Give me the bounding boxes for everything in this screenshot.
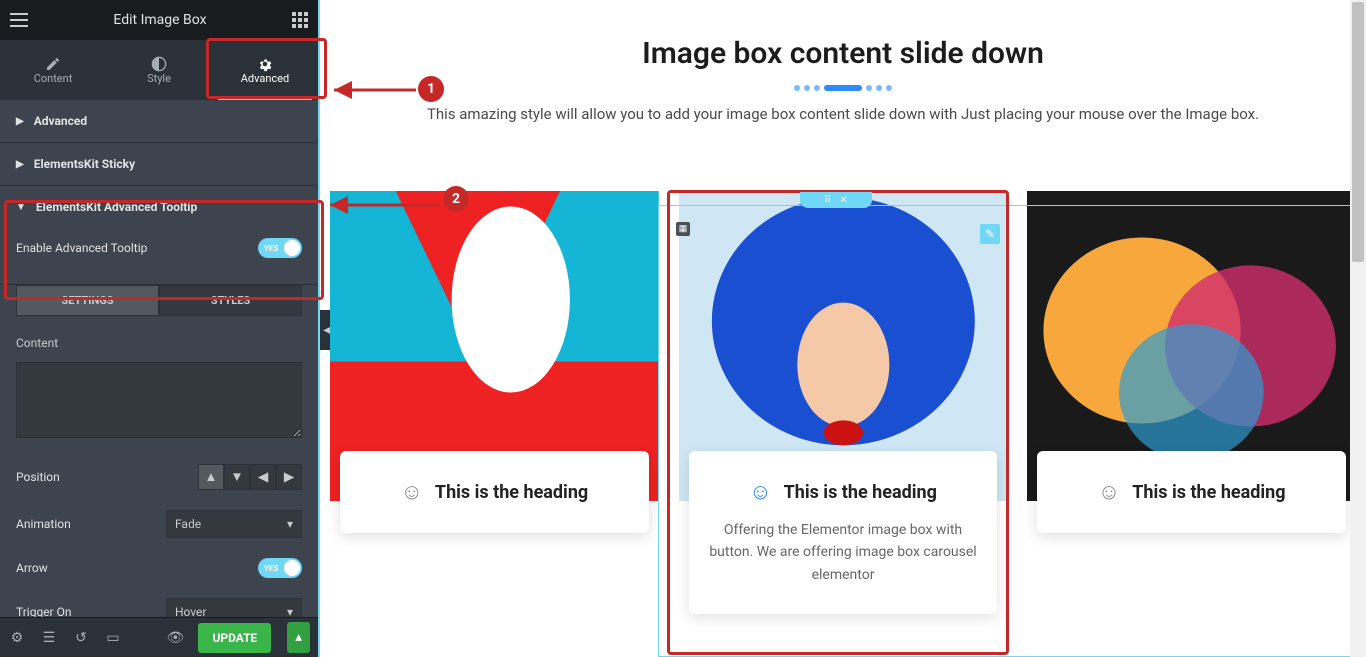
cards-row: ☺ This is the heading ☺ This is the headin… xyxy=(320,143,1366,614)
section-hero: Image box content slide down This amazin… xyxy=(320,0,1366,143)
animation-label: Animation xyxy=(16,517,71,531)
menu-icon[interactable] xyxy=(10,13,28,27)
edit-widget-button[interactable]: ✎ xyxy=(980,224,1000,244)
position-right[interactable]: ▶ xyxy=(276,464,302,490)
tooltip-subtabs: SETTINGS STYLES xyxy=(16,285,302,316)
content-label: Content xyxy=(0,330,318,356)
navigator-icon[interactable]: ☰ xyxy=(40,629,58,647)
page-scrollbar[interactable] xyxy=(1350,0,1366,657)
enable-tooltip-label: Enable Advanced Tooltip xyxy=(16,241,147,255)
responsive-icon[interactable]: ▭ xyxy=(104,629,122,647)
column-handle[interactable]: ▦ xyxy=(676,222,690,236)
caret-right-icon: ▶ xyxy=(16,159,24,170)
position-top[interactable]: ▲ xyxy=(198,464,224,490)
scroll-thumb[interactable] xyxy=(1352,2,1364,262)
arrow-label: Arrow xyxy=(16,561,48,575)
position-choices: ▲ ▼ ◀ ▶ xyxy=(198,464,302,490)
enable-tooltip-toggle[interactable]: YES xyxy=(258,238,302,258)
contrast-icon xyxy=(151,56,167,72)
annotation-badge-1: 1 xyxy=(418,76,444,102)
panel-title: Edit Image Box xyxy=(28,12,292,28)
caret-right-icon: ▶ xyxy=(16,116,24,127)
hero-subtitle: This amazing style will allow you to add… xyxy=(393,105,1293,123)
settings-icon[interactable]: ⚙ xyxy=(8,629,26,647)
card-info: ☺ This is the heading Offering the Elemen… xyxy=(689,451,998,614)
position-left[interactable]: ◀ xyxy=(250,464,276,490)
toggle-knob xyxy=(284,240,300,256)
card-text: Offering the Elementor image box with bu… xyxy=(707,519,980,586)
preview-canvas: ◀ Image box content slide down This amaz… xyxy=(318,0,1366,657)
chevron-down-icon: ▾ xyxy=(287,605,293,617)
gear-icon xyxy=(257,56,273,72)
accordion-sticky[interactable]: ▶ElementsKit Sticky xyxy=(0,143,318,186)
widgets-grid-icon[interactable] xyxy=(292,12,308,28)
annotation-badge-2: 2 xyxy=(443,186,469,212)
widget-handle[interactable]: ⠿✕ xyxy=(800,192,872,208)
position-bottom[interactable]: ▼ xyxy=(224,464,250,490)
subtab-styles[interactable]: STYLES xyxy=(159,285,302,316)
tooltip-content-input[interactable] xyxy=(16,362,302,438)
close-icon[interactable]: ✕ xyxy=(839,195,847,206)
image-box-1[interactable]: ☺ This is the heading xyxy=(330,191,659,614)
accordion-tooltip[interactable]: ▼ElementsKit Advanced Tooltip Enable Adv… xyxy=(0,186,318,285)
panel-footer: ⚙ ☰ ↺ ▭ 👁 UPDATE ▴ xyxy=(0,617,318,657)
chevron-down-icon: ▾ xyxy=(287,517,293,531)
tab-style[interactable]: Style xyxy=(106,40,212,100)
drag-icon: ⠿ xyxy=(824,195,831,206)
divider-icon xyxy=(350,85,1336,91)
pencil-icon xyxy=(45,56,61,72)
arrow-toggle[interactable]: YES xyxy=(258,558,302,578)
panel-tabs: Content Style Advanced xyxy=(0,40,318,100)
card-heading: This is the heading xyxy=(435,482,588,503)
team-icon: ☺ xyxy=(1098,479,1120,505)
card-heading: This is the heading xyxy=(784,482,937,503)
update-options[interactable]: ▴ xyxy=(287,622,310,653)
subtab-settings[interactable]: SETTINGS xyxy=(16,285,159,316)
tab-advanced[interactable]: Advanced xyxy=(212,40,318,100)
trigger-label: Trigger On xyxy=(16,605,71,617)
card-info: ☺ This is the heading xyxy=(340,451,649,533)
image-box-3[interactable]: ☺ This is the heading xyxy=(1027,191,1356,614)
image-box-2[interactable]: ☺ This is the heading Offering the Elemen… xyxy=(679,191,1008,614)
caret-down-icon: ▼ xyxy=(16,202,26,213)
trigger-select[interactable]: Hover▾ xyxy=(166,598,302,617)
position-label: Position xyxy=(16,470,60,484)
editor-sidebar: Edit Image Box Content Style Advanced ▶A… xyxy=(0,0,318,657)
accordion-advanced[interactable]: ▶Advanced xyxy=(0,100,318,143)
history-icon[interactable]: ↺ xyxy=(72,629,90,647)
team-icon: ☺ xyxy=(400,479,422,505)
card-info: ☺ This is the heading xyxy=(1037,451,1346,533)
editor-topbar: Edit Image Box xyxy=(0,0,318,40)
team-icon: ☺ xyxy=(749,479,771,505)
controls-body: ▶Advanced ▶ElementsKit Sticky ▼ElementsK… xyxy=(0,100,318,617)
preview-icon[interactable]: 👁 xyxy=(166,629,184,647)
hero-title: Image box content slide down xyxy=(350,36,1336,71)
update-button[interactable]: UPDATE xyxy=(198,623,271,653)
tab-content[interactable]: Content xyxy=(0,40,106,100)
card-heading: This is the heading xyxy=(1132,482,1285,503)
animation-select[interactable]: Fade▾ xyxy=(166,510,302,538)
